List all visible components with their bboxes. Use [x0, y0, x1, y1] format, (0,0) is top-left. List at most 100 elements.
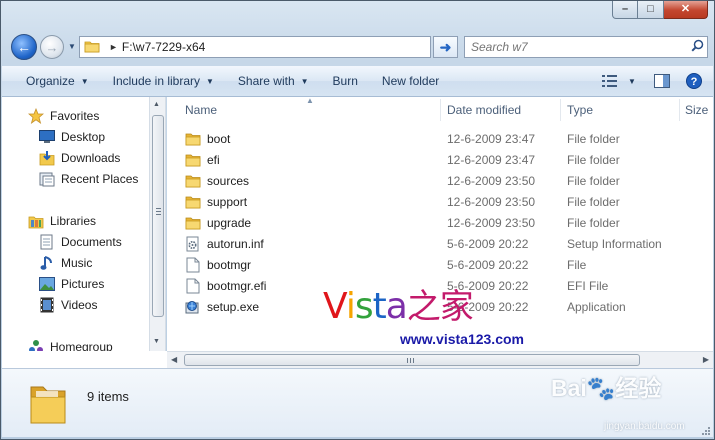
documents-icon	[39, 234, 55, 250]
dropdown-arrow-icon: ▼	[206, 76, 214, 86]
file-date: 12-6-2009 23:50	[447, 215, 536, 230]
file-date: 12-6-2009 23:47	[447, 131, 536, 146]
back-button[interactable]: ←	[11, 34, 37, 60]
scrollbar-thumb[interactable]	[184, 354, 640, 366]
explorer-window: – □ ✕ ← → ▼ ► F:\w7-7229-x64 ➜ Search w7…	[0, 0, 715, 440]
vista123-url-watermark: www.vista123.com	[400, 331, 524, 347]
file-name: bootmgr	[207, 257, 252, 272]
file-date: 12-6-2009 23:50	[447, 194, 536, 209]
sidebar-item-label: Downloads	[61, 151, 121, 165]
breadcrumb-chevron-icon[interactable]: ►	[109, 42, 118, 52]
share-with-menu[interactable]: Share with ▼	[226, 69, 321, 93]
folder-icon	[185, 215, 201, 231]
address-path[interactable]: F:\w7-7229-x64	[122, 40, 205, 54]
caption-buttons: – □ ✕	[612, 1, 708, 19]
scroll-left-arrow-icon[interactable]: ◀	[171, 355, 177, 364]
navigation-pane-footer	[2, 351, 167, 368]
minimize-icon: –	[621, 3, 629, 15]
sidebar-item-label: Pictures	[61, 277, 105, 291]
downloads-icon	[39, 150, 55, 166]
file-row-boot[interactable]: boot 12-6-2009 23:47 File folder	[167, 128, 713, 149]
file-type: File folder	[567, 215, 620, 230]
forward-button[interactable]: →	[40, 35, 64, 59]
sidebar-item-label: Desktop	[61, 130, 106, 144]
recent-pages-button[interactable]: ▼	[68, 42, 76, 51]
file-icon	[185, 257, 201, 273]
file-list-horizontal-scrollbar[interactable]: ◀ ▶	[167, 351, 713, 368]
scroll-right-arrow-icon[interactable]: ▶	[703, 355, 709, 364]
column-header-type[interactable]: Type	[567, 97, 593, 123]
search-icon[interactable]	[687, 39, 707, 55]
setup-info-icon	[185, 236, 201, 252]
column-header-size[interactable]: Size	[685, 97, 708, 123]
share-with-label: Share with	[237, 74, 295, 88]
music-icon	[39, 255, 55, 271]
burn-label: Burn	[332, 74, 358, 88]
maximize-button[interactable]: □	[638, 1, 664, 19]
file-row-support[interactable]: support 12-6-2009 23:50 File folder	[167, 191, 713, 212]
svg-text:?: ?	[691, 76, 698, 88]
column-header-label: Type	[567, 103, 594, 117]
minimize-button[interactable]: –	[612, 1, 638, 19]
file-name: sources	[207, 173, 250, 188]
new-folder-button[interactable]: New folder	[370, 69, 451, 93]
include-in-library-label: Include in library	[112, 74, 200, 88]
preview-pane-icon	[654, 74, 670, 88]
navigation-pane-scrollbar[interactable]: ▲ ▼	[149, 97, 166, 351]
scroll-up-arrow-icon[interactable]: ▲	[153, 101, 160, 108]
file-date: 5-6-2009 20:22	[447, 236, 529, 251]
file-name: autorun.inf	[207, 236, 264, 251]
file-row-bootmgr[interactable]: bootmgr 5-6-2009 20:22 File	[167, 254, 713, 275]
sidebar-item-label: Videos	[61, 298, 98, 312]
dropdown-arrow-icon: ▼	[300, 76, 309, 86]
view-controls: ▼ ?	[597, 66, 713, 96]
file-type: File folder	[567, 152, 620, 167]
file-row-upgrade[interactable]: upgrade 12-6-2009 23:50 File folder	[167, 212, 713, 233]
baidu-jingyan-watermark: Bai🐾经验	[551, 375, 662, 401]
pictures-icon	[39, 276, 55, 292]
file-name: bootmgr.efi	[207, 278, 267, 293]
new-folder-label: New folder	[381, 74, 440, 88]
file-row-autorun-inf[interactable]: autorun.inf 5-6-2009 20:22 Setup Informa…	[167, 233, 713, 254]
vista123-watermark: Vista之家	[323, 286, 474, 327]
folder-icon	[185, 173, 201, 189]
folder-icon	[185, 194, 201, 210]
sidebar-item-label: Favorites	[50, 109, 100, 123]
search-box[interactable]	[464, 36, 708, 58]
file-row-efi[interactable]: efi 12-6-2009 23:47 File folder	[167, 149, 713, 170]
burn-button[interactable]: Burn	[321, 69, 370, 93]
large-folder-icon	[28, 381, 68, 428]
forward-arrow-icon: →	[45, 39, 59, 55]
resize-grip-icon[interactable]	[701, 426, 711, 436]
videos-icon	[39, 297, 55, 313]
close-icon: ✕	[680, 3, 691, 15]
folder-icon	[84, 39, 100, 56]
include-in-library-menu[interactable]: Include in library ▼	[101, 69, 226, 93]
search-input[interactable]	[465, 39, 687, 55]
file-name: upgrade	[207, 215, 252, 230]
command-bar: Organize ▼ Include in library ▼ Share with…	[2, 66, 713, 97]
baidu-url-watermark: jingyan.baidu.com	[604, 421, 685, 432]
maximize-icon: □	[647, 3, 654, 15]
preview-pane-button[interactable]	[649, 70, 675, 92]
address-bar[interactable]: ► F:\w7-7229-x64	[79, 36, 431, 58]
change-view-button[interactable]	[597, 70, 623, 92]
back-arrow-icon: ←	[17, 39, 31, 55]
scroll-down-arrow-icon[interactable]: ▼	[153, 338, 160, 345]
organize-menu[interactable]: Organize ▼	[2, 69, 101, 93]
file-type: Setup Information	[567, 236, 662, 251]
scrollbar-thumb[interactable]	[152, 115, 164, 317]
libraries-icon	[28, 213, 44, 229]
close-button[interactable]: ✕	[664, 1, 708, 19]
sort-ascending-icon: ▲	[306, 97, 314, 105]
help-button[interactable]: ?	[681, 70, 707, 92]
column-header-name[interactable]: Name	[185, 97, 217, 123]
favorites-star-icon	[28, 108, 44, 124]
column-header-date-modified[interactable]: Date modified	[447, 97, 521, 123]
help-icon: ?	[686, 73, 702, 89]
desktop-icon	[39, 129, 55, 145]
file-type: File folder	[567, 173, 620, 188]
view-options-arrow-icon[interactable]: ▼	[623, 70, 641, 92]
file-row-sources[interactable]: sources 12-6-2009 23:50 File folder	[167, 170, 713, 191]
go-button[interactable]: ➜	[433, 36, 458, 58]
